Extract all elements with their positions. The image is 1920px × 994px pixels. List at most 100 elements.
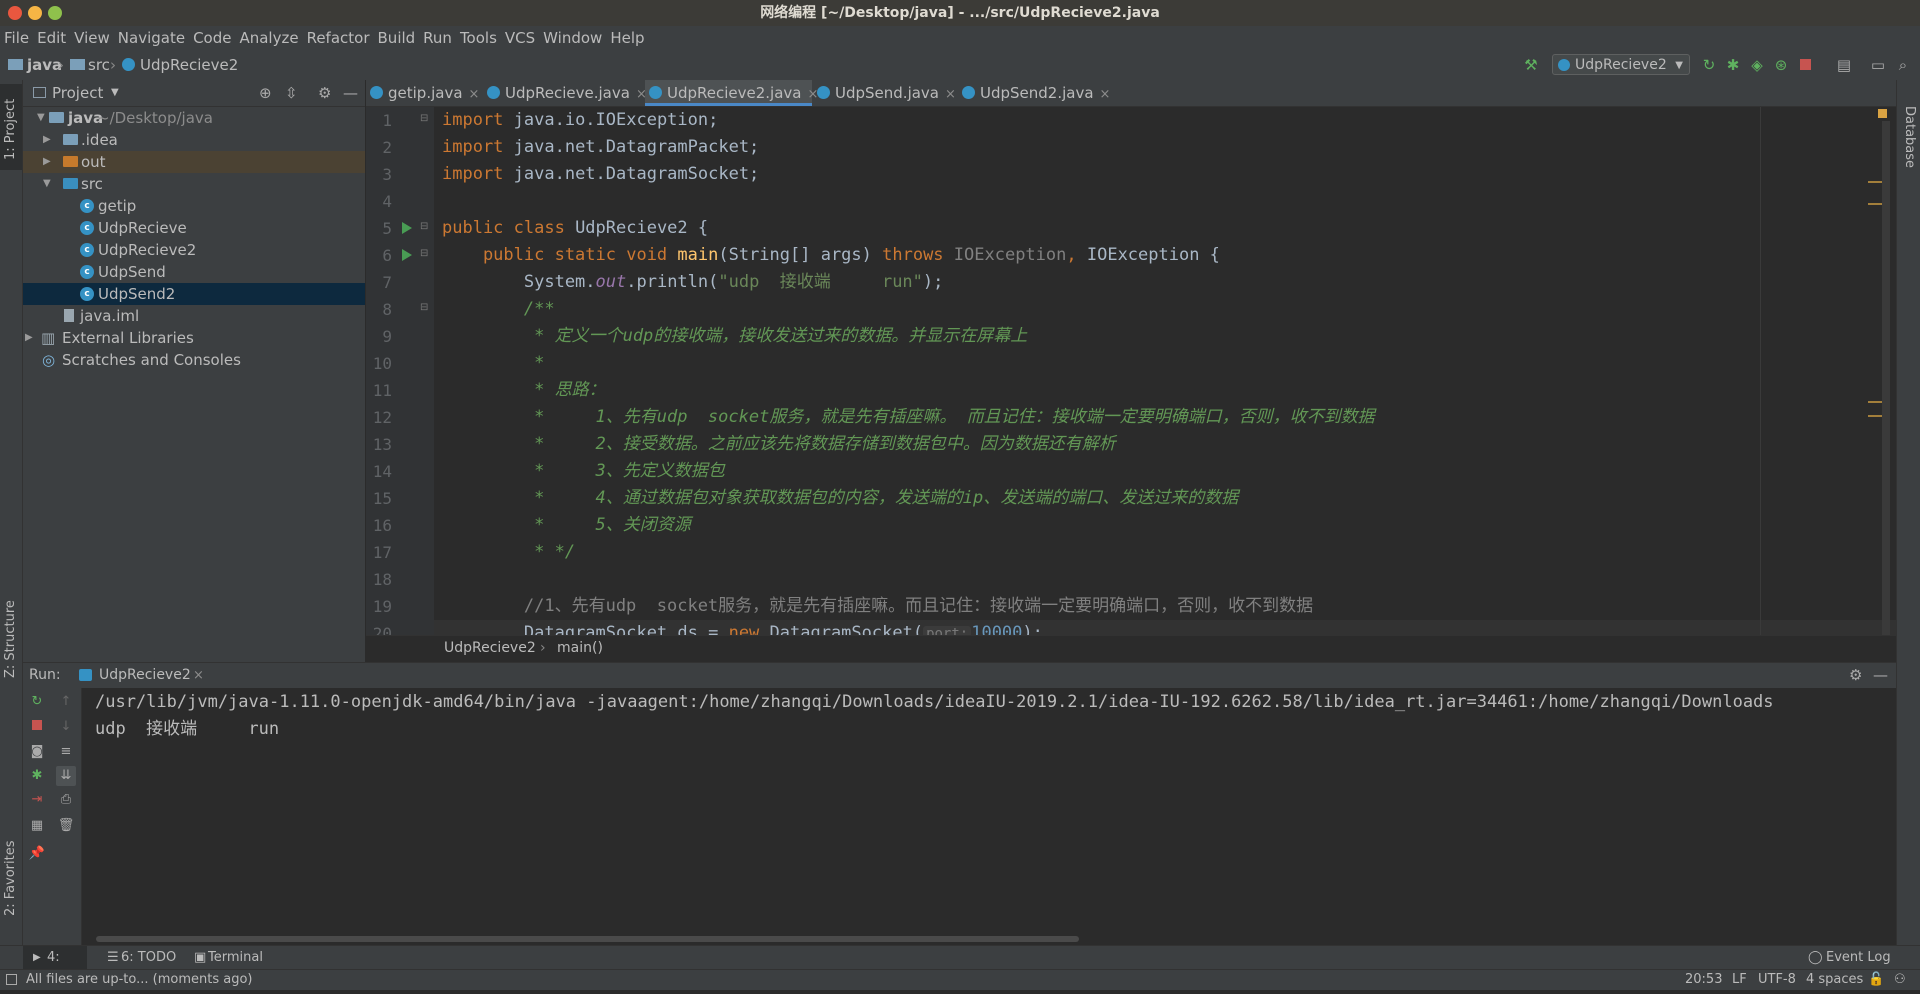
line-separator[interactable]: LF [1732,970,1747,990]
minimize-window-button[interactable] [28,6,42,20]
tree-item-src[interactable]: ▼ src [23,173,365,195]
tree-item-getip[interactable]: c getip [23,195,365,217]
breadcrumb-java[interactable]: java [27,50,62,80]
breadcrumb-class[interactable]: UdpRecieve2 [140,50,238,80]
editor-scrollbar[interactable] [1882,121,1890,641]
maximize-window-button[interactable] [48,6,62,20]
tree-item-udpsend[interactable]: c UdpSend [23,261,365,283]
indent-setting[interactable]: 4 spaces [1806,970,1863,990]
status-message[interactable]: All files are up-to... (moments ago) [26,970,252,990]
project-structure-icon[interactable]: ▤ [1835,56,1853,74]
tree-item-udprecieve2[interactable]: c UdpRecieve2 [23,239,365,261]
favorites-tool-label[interactable]: 2: Favorites [3,840,18,916]
tree-item-java-iml[interactable]: java.iml [23,305,365,327]
arrow-up-icon[interactable]: ↑ [56,692,76,712]
inspector-icon[interactable]: ⚇ [1894,970,1906,990]
close-window-button[interactable] [8,6,22,20]
warning-mark[interactable] [1868,401,1882,403]
tree-item-udprecieve[interactable]: c UdpRecieve [23,217,365,239]
tree-item-java-root[interactable]: ▼ java ~/Desktop/java [23,107,365,129]
trash-icon[interactable]: 🗑 [56,816,76,836]
close-icon[interactable]: × [469,87,480,102]
editor-breadcrumb-method[interactable]: main() [557,636,603,661]
fold-icon[interactable]: ⊟ [420,248,428,259]
window-layout-icon[interactable]: ▭ [1869,56,1887,74]
menu-navigate[interactable]: Navigate [114,26,189,50]
coverage-shield-icon[interactable]: ◈ [1748,56,1766,74]
menu-file[interactable]: File [0,26,33,50]
run-tab-label[interactable]: UdpRecieve2 [99,663,191,688]
soft-wrap-icon[interactable]: ≡ [56,742,76,762]
close-icon[interactable]: × [193,663,204,688]
hide-panel-icon[interactable]: — [343,80,358,106]
menu-window[interactable]: Window [539,26,606,50]
chevron-down-icon[interactable]: ▼ [37,107,45,129]
chevron-right-icon[interactable]: ▶ [25,327,33,349]
run-gutter-icon[interactable] [402,249,412,261]
tab-udpsend2[interactable]: UdpSend2.java × [958,80,1111,106]
fold-icon[interactable]: ⊟ [420,302,428,313]
close-icon[interactable]: × [1100,87,1111,102]
debug-bug-icon[interactable]: ✱ [27,766,47,786]
caret-position[interactable]: 20:53 [1685,970,1722,990]
project-panel-title[interactable]: Project [52,80,103,106]
hide-panel-icon[interactable]: — [1873,663,1888,688]
tab-udpsend[interactable]: UdpSend.java × [813,80,958,106]
chevron-down-icon[interactable]: ▼ [43,173,51,195]
debug-bug-icon[interactable]: ✱ [1724,56,1742,74]
chevron-right-icon[interactable]: ▶ [43,129,51,151]
profile-icon[interactable]: ⊛ [1772,56,1790,74]
layout-icon[interactable]: ▦ [27,816,47,836]
arrow-down-icon[interactable]: ↓ [56,717,76,737]
gear-icon[interactable]: ⚙ [318,80,331,106]
database-tool-label[interactable]: Database [1902,106,1917,168]
menu-view[interactable]: View [70,26,114,50]
print-icon[interactable]: ⎙ [56,790,76,810]
rerun-icon[interactable]: ↻ [1700,56,1718,74]
exit-icon[interactable]: ⇥ [27,790,47,810]
tree-item-udpsend2[interactable]: c UdpSend2 [23,283,365,305]
search-icon[interactable]: ⌕ [1894,56,1912,74]
console-horizontal-scrollbar[interactable] [96,936,1079,942]
chevron-right-icon[interactable]: ▶ [43,151,51,173]
warning-mark[interactable] [1868,415,1882,417]
run-gutter-icon[interactable] [402,222,412,234]
warning-indicator-icon[interactable] [1878,109,1887,118]
warning-mark[interactable] [1868,203,1882,205]
menu-build[interactable]: Build [374,26,420,50]
chevron-down-icon[interactable]: ▼ [111,80,119,106]
menu-vcs[interactable]: VCS [501,26,539,50]
fold-icon[interactable]: ⊟ [420,221,428,232]
tab-udprecieve2[interactable]: UdpRecieve2.java × [645,80,818,106]
event-log-button[interactable]: ◯ Event Log [1806,946,1896,970]
menu-code[interactable]: Code [189,26,235,50]
pin-icon[interactable]: 📌 [27,844,47,864]
editor-breadcrumb-class[interactable]: UdpRecieve2 [444,636,536,661]
tab-udprecieve[interactable]: UdpRecieve.java × [483,80,647,106]
stop-icon[interactable] [1796,56,1814,74]
menu-edit[interactable]: Edit [33,26,70,50]
locate-target-icon[interactable]: ⊕ [259,80,272,106]
tree-item-scratches[interactable]: ◎ Scratches and Consoles [23,349,365,371]
menu-analyze[interactable]: Analyze [235,26,302,50]
build-hammer-icon[interactable]: ⚒ [1522,56,1540,74]
file-encoding[interactable]: UTF-8 [1758,970,1796,990]
camera-icon[interactable]: ◙ [27,742,47,762]
tab-getip[interactable]: getip.java × [366,80,482,106]
collapse-all-icon[interactable]: ⇳ [285,80,298,106]
code-editor[interactable]: import java.io.IOException; import java.… [434,107,1896,635]
breadcrumb-src[interactable]: src [88,50,110,80]
run-configuration-select[interactable]: UdpRecieve2 ▼ [1552,54,1690,75]
gear-icon[interactable]: ⚙ [1849,663,1862,688]
project-tool-label[interactable]: 1: Project [3,99,18,160]
lock-icon[interactable]: 🔓 [1868,970,1884,990]
scroll-to-end-icon[interactable]: ⇊ [56,766,76,786]
tree-item-external-libraries[interactable]: ▶ ▥ External Libraries [23,327,365,349]
tool-windows-icon[interactable] [6,974,17,985]
menu-tools[interactable]: Tools [456,26,501,50]
stop-icon[interactable] [27,717,47,737]
menu-help[interactable]: Help [606,26,648,50]
menu-refactor[interactable]: Refactor [303,26,374,50]
fold-icon[interactable]: ⊟ [420,113,428,124]
tree-item-out[interactable]: ▶ out [23,151,365,173]
